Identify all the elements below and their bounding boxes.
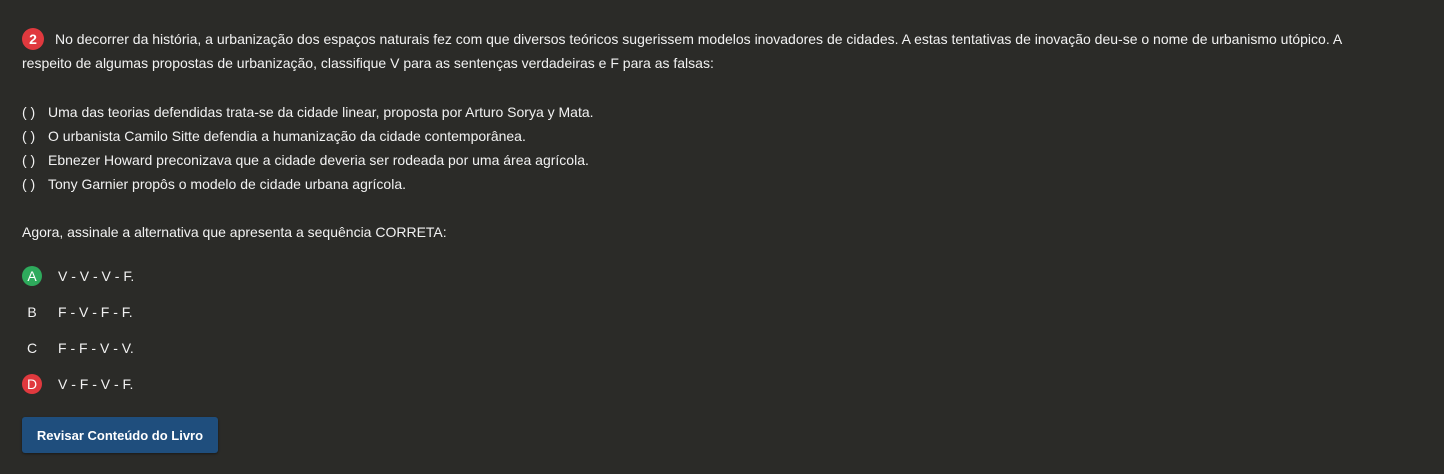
option-c[interactable]: C F - F - V - V. bbox=[22, 330, 1427, 366]
option-letter: B bbox=[27, 304, 37, 321]
statement-text: Tony Garnier propôs o modelo de cidade u… bbox=[48, 176, 406, 193]
option-text: V - F - V - F. bbox=[58, 376, 134, 393]
statement-text: Uma das teorias defendidas trata-se da c… bbox=[48, 104, 594, 121]
answer-options: A V - V - V - F. B F - V - F - F. C F - … bbox=[22, 258, 1427, 402]
question-text-line1: No decorrer da história, a urbanização d… bbox=[55, 31, 1343, 47]
option-text: F - V - F - F. bbox=[58, 304, 133, 321]
statement-item: ( ) O urbanista Camilo Sitte defendia a … bbox=[22, 124, 1427, 148]
option-text: F - F - V - V. bbox=[58, 340, 134, 357]
statements-list: ( ) Uma das teorias defendidas trata-se … bbox=[22, 100, 1427, 196]
option-letter-wrong-badge: D bbox=[22, 374, 42, 395]
question-text-line2: respeito de algumas propostas de urbaniz… bbox=[22, 55, 714, 72]
option-letter: C bbox=[26, 340, 38, 357]
statement-item: ( ) Ebnezer Howard preconizava que a cid… bbox=[22, 148, 1427, 172]
option-b[interactable]: B F - V - F - F. bbox=[22, 294, 1427, 330]
statement-text: Ebnezer Howard preconizava que a cidade … bbox=[48, 152, 589, 169]
option-d[interactable]: D V - F - V - F. bbox=[22, 366, 1427, 402]
question-block: 2 No decorrer da história, a urbanização … bbox=[22, 27, 1427, 402]
statement-text: O urbanista Camilo Sitte defendia a huma… bbox=[48, 128, 526, 145]
statement-item: ( ) Tony Garnier propôs o modelo de cida… bbox=[22, 172, 1427, 196]
statement-marker: ( ) bbox=[22, 176, 36, 193]
option-a[interactable]: A V - V - V - F. bbox=[22, 258, 1427, 294]
question-text: 2 No decorrer da história, a urbanização … bbox=[22, 27, 1427, 51]
review-book-content-button[interactable]: Revisar Conteúdo do Livro bbox=[22, 417, 218, 453]
statement-marker: ( ) bbox=[22, 152, 36, 169]
option-text: V - V - V - F. bbox=[58, 268, 135, 285]
statement-marker: ( ) bbox=[22, 104, 36, 121]
question-prompt: Agora, assinale a alternativa que aprese… bbox=[22, 224, 447, 241]
statement-item: ( ) Uma das teorias defendidas trata-se … bbox=[22, 100, 1427, 124]
statement-marker: ( ) bbox=[22, 128, 36, 145]
option-letter-correct-badge: A bbox=[22, 266, 42, 287]
question-number-badge: 2 bbox=[22, 28, 44, 51]
